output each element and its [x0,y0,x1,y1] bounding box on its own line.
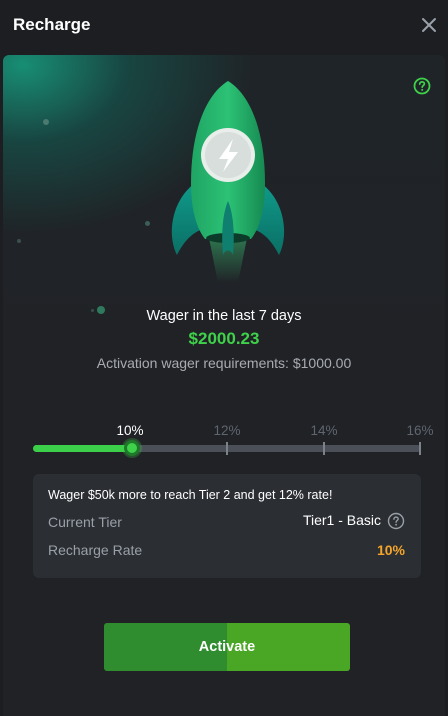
recharge-rate-label: Recharge Rate [48,542,143,558]
wager-period-label: Wager in the last 7 days [146,308,302,324]
tick-mark [323,442,325,455]
wager-amount: $2000.23 [188,329,260,348]
activation-requirement: Activation wager requirements: $1000.00 [96,355,352,371]
tier-progress-fill [33,445,134,452]
tier-upgrade-message: Wager $50k more to reach Tier 2 and get … [48,488,333,502]
close-icon[interactable] [418,14,440,36]
tick-label-16: 16% [406,423,434,438]
current-tier-value: Tier1 - Basic [302,512,381,528]
question-circle-icon[interactable] [387,512,405,530]
tick-label-10: 10% [116,423,144,438]
progress-knob[interactable] [124,440,140,456]
current-tier-label: Current Tier [48,514,122,530]
current-tier-value-row: Tier1 - Basic [303,512,405,530]
activate-button[interactable]: Activate [104,623,350,671]
decor-dot [17,239,21,243]
dialog-title: Recharge [13,15,91,34]
decor-dot [145,221,150,226]
recharge-rate-value: 10% [376,542,405,558]
tick-mark [419,442,421,455]
tier-info-box: Wager $50k more to reach Tier 2 and get … [33,474,421,578]
rocket-lightning-icon [153,73,303,313]
recharge-panel [3,55,445,716]
tick-label-12: 12% [213,423,241,438]
tick-label-14: 14% [310,423,338,438]
decor-dot [43,119,49,125]
tick-mark [226,442,228,455]
dialog-header: Recharge [0,0,448,52]
question-circle-icon[interactable] [413,77,431,95]
